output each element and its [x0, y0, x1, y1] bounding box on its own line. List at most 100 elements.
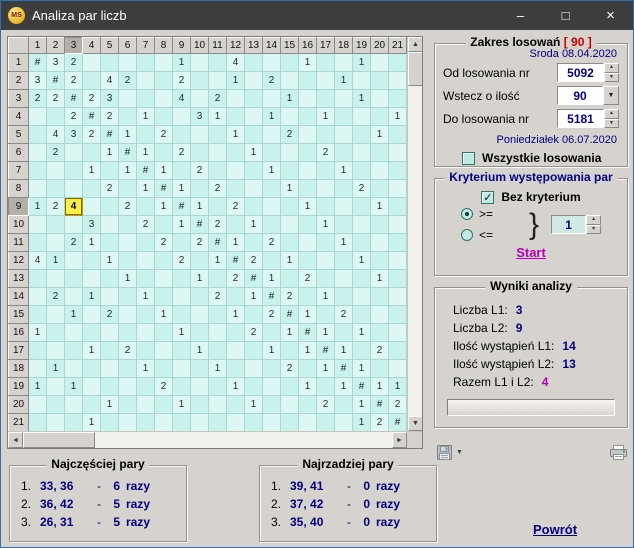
grid-cell[interactable] — [335, 90, 353, 108]
grid-row-header[interactable]: 20 — [9, 396, 29, 414]
grid-cell[interactable] — [317, 180, 335, 198]
grid-cell[interactable]: 4 — [47, 126, 65, 144]
grid-cell[interactable]: 1 — [191, 342, 209, 360]
horizontal-scroll-track[interactable] — [95, 432, 392, 448]
grid-cell[interactable] — [83, 54, 101, 72]
grid-row-header[interactable]: 1 — [9, 54, 29, 72]
grid-cell[interactable]: 1 — [317, 216, 335, 234]
grid-cell[interactable] — [317, 306, 335, 324]
grid-cell[interactable]: 1 — [137, 180, 155, 198]
grid-cell[interactable]: 2 — [155, 234, 173, 252]
grid-cell[interactable] — [317, 414, 335, 432]
grid-cell[interactable]: 1 — [317, 288, 335, 306]
grid-cell[interactable]: 2 — [227, 198, 245, 216]
grid-cell[interactable] — [263, 180, 281, 198]
grid-cell[interactable] — [299, 396, 317, 414]
lte-radio[interactable] — [461, 229, 473, 241]
grid-cell[interactable] — [389, 252, 407, 270]
grid-cell[interactable] — [245, 360, 263, 378]
back-link[interactable]: Powrót — [533, 522, 577, 537]
grid-col-header[interactable]: 11 — [209, 38, 227, 54]
grid-cell[interactable] — [335, 54, 353, 72]
grid-cell[interactable] — [119, 90, 137, 108]
grid-cell[interactable] — [173, 162, 191, 180]
grid-cell[interactable] — [47, 396, 65, 414]
grid-cell[interactable] — [299, 162, 317, 180]
grid-cell[interactable] — [335, 324, 353, 342]
grid-cell[interactable] — [389, 54, 407, 72]
grid-cell[interactable]: 1 — [83, 162, 101, 180]
grid-cell[interactable]: 2 — [137, 216, 155, 234]
grid-cell[interactable] — [227, 180, 245, 198]
grid-cell[interactable] — [137, 270, 155, 288]
grid-cell[interactable] — [83, 324, 101, 342]
grid-cell[interactable] — [281, 216, 299, 234]
grid-cell[interactable]: 1 — [173, 324, 191, 342]
grid-cell[interactable] — [119, 252, 137, 270]
grid-cell[interactable] — [317, 198, 335, 216]
grid-cell[interactable]: 4 — [227, 54, 245, 72]
grid-cell[interactable]: # — [101, 126, 119, 144]
grid-row-header[interactable]: 11 — [9, 234, 29, 252]
grid-cell[interactable]: 1 — [227, 378, 245, 396]
grid-col-header[interactable]: 1 — [29, 38, 47, 54]
grid-cell[interactable]: 2 — [83, 90, 101, 108]
grid-cell[interactable]: # — [65, 90, 83, 108]
horizontal-scrollbar[interactable]: ◄ ► — [8, 431, 422, 448]
grid-cell[interactable]: 2 — [209, 180, 227, 198]
grid-cell[interactable] — [371, 108, 389, 126]
grid-col-header[interactable]: 3 — [65, 38, 83, 54]
grid-cell[interactable]: 4 — [101, 72, 119, 90]
grid-cell[interactable]: 2 — [119, 342, 137, 360]
grid-cell[interactable] — [47, 216, 65, 234]
grid-cell[interactable]: 1 — [65, 378, 83, 396]
grid-cell[interactable] — [65, 324, 83, 342]
grid-cell[interactable] — [191, 252, 209, 270]
grid-cell[interactable] — [137, 306, 155, 324]
grid-cell[interactable] — [263, 324, 281, 342]
grid-cell[interactable]: 1 — [173, 216, 191, 234]
grid-cell[interactable] — [209, 162, 227, 180]
grid-cell[interactable]: 1 — [353, 54, 371, 72]
grid-cell[interactable]: 1 — [209, 108, 227, 126]
grid-cell[interactable] — [209, 342, 227, 360]
grid-cell[interactable] — [299, 108, 317, 126]
grid-cell[interactable] — [317, 162, 335, 180]
grid-cell[interactable] — [209, 378, 227, 396]
grid-cell[interactable]: # — [299, 324, 317, 342]
grid-cell[interactable]: 1 — [155, 198, 173, 216]
grid-cell[interactable] — [299, 72, 317, 90]
spinner-down-button[interactable]: ▼ — [604, 119, 619, 129]
scroll-up-button[interactable]: ▲ — [408, 37, 422, 52]
grid-cell[interactable] — [137, 396, 155, 414]
grid-cell[interactable] — [29, 396, 47, 414]
grid-cell[interactable] — [317, 234, 335, 252]
grid-cell[interactable] — [209, 414, 227, 432]
grid-cell[interactable] — [317, 54, 335, 72]
grid-cell[interactable] — [245, 342, 263, 360]
grid-cell[interactable] — [137, 378, 155, 396]
grid-cell[interactable]: 1 — [101, 144, 119, 162]
grid-cell[interactable] — [29, 414, 47, 432]
grid-cell[interactable] — [29, 126, 47, 144]
grid-cell[interactable] — [191, 414, 209, 432]
grid-cell[interactable] — [281, 342, 299, 360]
grid-cell[interactable]: 1 — [281, 252, 299, 270]
grid-cell[interactable] — [281, 378, 299, 396]
scroll-right-button[interactable]: ► — [392, 432, 407, 448]
criteria-count-value[interactable]: 1 — [551, 215, 586, 234]
grid-cell[interactable] — [227, 396, 245, 414]
back-count-value[interactable]: 90 — [557, 86, 603, 105]
grid-cell[interactable] — [281, 108, 299, 126]
scroll-down-button[interactable]: ▼ — [408, 416, 422, 431]
grid-cell[interactable] — [65, 288, 83, 306]
grid-cell[interactable]: 1 — [263, 108, 281, 126]
grid-cell[interactable]: 1 — [137, 288, 155, 306]
grid-cell[interactable]: 3 — [47, 54, 65, 72]
grid-cell[interactable]: 1 — [299, 198, 317, 216]
grid-row-header[interactable]: 9 — [9, 198, 29, 216]
grid-cell[interactable] — [335, 414, 353, 432]
grid-cell[interactable] — [29, 360, 47, 378]
grid-cell[interactable] — [263, 378, 281, 396]
grid-cell[interactable]: 2 — [29, 90, 47, 108]
